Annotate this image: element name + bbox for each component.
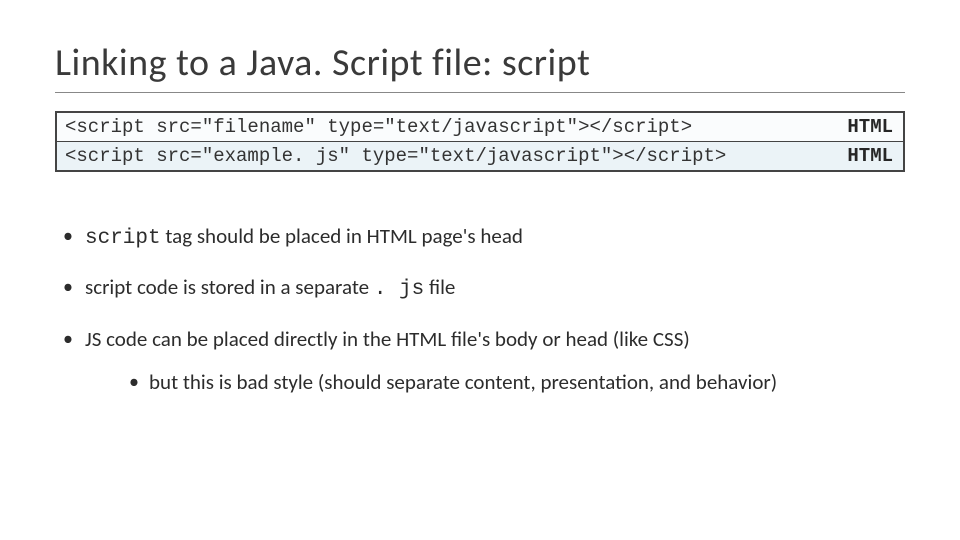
- list-item-sub: but this is bad style (should separate c…: [85, 368, 905, 397]
- bullet-text: script code is stored in a separate: [85, 274, 374, 300]
- code-example-box: <script src="filename" type="text/javasc…: [55, 111, 905, 172]
- slide: Linking to a Java. Script file: script <…: [0, 0, 960, 448]
- inline-code: script: [85, 227, 161, 250]
- bullet-text: file: [424, 274, 455, 300]
- bullet-text: tag should be placed in HTML page's head: [161, 223, 523, 249]
- inline-code: . js: [374, 278, 424, 301]
- list-item: JS code can be placed directly in the HT…: [55, 325, 905, 398]
- code-snippet: <script src="example. js" type="text/jav…: [57, 142, 821, 170]
- bullet-text: but this is bad style (should separate c…: [149, 369, 777, 395]
- list-item: script code is stored in a separate . js…: [55, 273, 905, 304]
- slide-title: Linking to a Java. Script file: script: [55, 40, 905, 93]
- code-snippet: <script src="filename" type="text/javasc…: [57, 113, 821, 141]
- bullet-list: script tag should be placed in HTML page…: [55, 222, 905, 398]
- list-item: script tag should be placed in HTML page…: [55, 222, 905, 253]
- code-row: <script src="example. js" type="text/jav…: [57, 141, 903, 170]
- code-language-label: HTML: [821, 142, 903, 170]
- code-row: <script src="filename" type="text/javasc…: [57, 113, 903, 141]
- code-language-label: HTML: [821, 113, 903, 141]
- bullet-text: JS code can be placed directly in the HT…: [85, 326, 690, 352]
